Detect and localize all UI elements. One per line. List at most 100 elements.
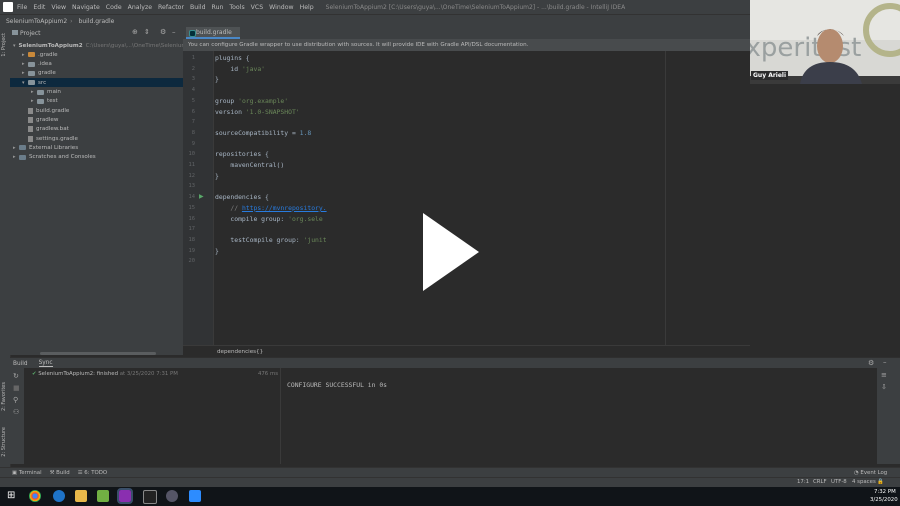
hide-icon[interactable]: – — [172, 28, 176, 36]
structure-tool-tab[interactable]: 2: Structure — [1, 427, 7, 457]
code-token: https://mvnrepository. — [241, 203, 327, 212]
menu-item-view[interactable]: View — [51, 4, 66, 11]
gear-icon[interactable]: ⚙ — [160, 28, 166, 36]
tree-item[interactable]: ▸ .idea — [10, 60, 183, 69]
event-log-button[interactable]: ◔ Event Log — [854, 470, 887, 476]
project-horizontal-scrollbar[interactable] — [40, 352, 156, 355]
menu-item-tools[interactable]: Tools — [229, 4, 244, 11]
menu-item-build[interactable]: Build — [190, 4, 206, 11]
code-editor[interactable]: plugins { id 'java'} group 'org.example' v… — [214, 51, 750, 345]
tree-item[interactable]: ▸ .gradle — [10, 50, 183, 59]
project-panel-header: Project ⊕ ⇕ ⚙ – — [10, 27, 183, 39]
build-tree-item[interactable]: ✔ SeleniumToAppium2: finished at 3/25/20… — [32, 371, 178, 377]
tree-item[interactable]: ▸ Scratches and Consoles — [10, 153, 183, 162]
tree-item[interactable]: gradlew.bat — [10, 125, 183, 134]
line-number: 9 — [191, 140, 195, 147]
menu-item-analyze[interactable]: Analyze — [128, 4, 152, 11]
line-number: 2 — [191, 65, 195, 72]
taskbar-date[interactable]: 3/25/2020 — [870, 497, 898, 503]
tree-item-label: gradlew — [36, 116, 59, 123]
editor-gutter: ▶ 1 2 3 4 5 6 7 8 9 10 11 12 13 14 15 16 17 18 19 20 — [183, 51, 214, 345]
menu-item-refactor[interactable]: Refactor — [158, 4, 184, 11]
file-encoding[interactable]: UTF-8 — [831, 479, 847, 485]
build-button[interactable]: ⚒ Build — [50, 470, 70, 476]
lock-icon[interactable]: 🔒 — [877, 479, 884, 485]
nav-file[interactable]: build.gradle — [79, 18, 115, 25]
line-separator[interactable]: CRLF — [813, 479, 827, 485]
menu-item-file[interactable]: File — [17, 4, 27, 11]
tree-item-label: src — [38, 79, 47, 86]
folder-icon — [19, 154, 26, 160]
line-number: 11 — [188, 162, 196, 168]
tree-item[interactable]: build.gradle — [10, 106, 183, 115]
file-icon — [28, 116, 33, 123]
pin-icon[interactable]: ⚲ — [13, 396, 18, 404]
build-duration: 476 ms — [257, 371, 278, 377]
terminal-icon[interactable] — [143, 490, 157, 504]
gradle-wrapper-notification[interactable]: You can configure Gradle wrapper to use … — [183, 39, 750, 51]
tree-item[interactable]: ▾ SeleniumToAppium2 C:\Users\guya\...\OneT… — [10, 41, 195, 50]
line-number: 13 — [188, 183, 196, 190]
tree-item[interactable]: ▾ src — [10, 78, 183, 88]
file-icon — [28, 107, 33, 114]
todo-button[interactable]: ☰ 6: TODO — [78, 470, 107, 476]
app-icon[interactable] — [97, 490, 109, 502]
line-number: 5 — [191, 97, 195, 104]
filter-icon[interactable]: ⚇ — [13, 408, 19, 416]
hide-icon[interactable]: – — [883, 358, 887, 366]
menu-item-run[interactable]: Run — [212, 4, 224, 11]
intellij-icon[interactable] — [117, 488, 133, 504]
caret-position[interactable]: 17:1 — [797, 479, 809, 485]
tab-build[interactable]: Build — [13, 361, 28, 367]
project-tool-tab[interactable]: 1: Project — [1, 33, 7, 57]
file-explorer-icon[interactable] — [75, 490, 87, 502]
code-line: } — [215, 75, 219, 83]
breadcrumb-item[interactable]: dependencies{} — [217, 349, 263, 355]
taskbar-time[interactable]: 7:32 PM — [874, 489, 896, 495]
gear-icon[interactable]: ⚙ — [868, 359, 874, 367]
tree-item[interactable]: ▸ test — [10, 97, 183, 106]
menu-item-navigate[interactable]: Navigate — [72, 4, 100, 11]
collapse-icon[interactable]: ⇕ — [144, 28, 150, 36]
tree-item[interactable]: settings.gradle — [10, 134, 183, 143]
locate-icon[interactable]: ⊕ — [132, 28, 138, 36]
soft-wrap-icon[interactable]: ≡ — [881, 371, 887, 379]
menu-item-edit[interactable]: Edit — [33, 4, 45, 11]
expand-arrow-icon[interactable]: ▾ — [13, 43, 16, 49]
tree-item[interactable]: ▸ main — [10, 88, 183, 97]
indent-setting[interactable]: 4 spaces — [852, 479, 876, 485]
code-token: compile group: — [215, 214, 289, 223]
menu-item-window[interactable]: Window — [269, 4, 293, 11]
tree-item[interactable]: ▸ External Libraries — [10, 143, 183, 152]
settings-app-icon[interactable] — [166, 490, 178, 502]
build-output[interactable]: CONFIGURE SUCCESSFUL in 0s — [281, 368, 877, 464]
project-panel-title[interactable]: Project — [20, 30, 41, 37]
tree-item[interactable]: gradlew — [10, 115, 183, 124]
favorites-tool-tab[interactable]: 2: Favorites — [1, 382, 7, 411]
maps-icon[interactable] — [53, 490, 65, 502]
terminal-button[interactable]: ▣ Terminal — [12, 470, 42, 476]
code-token: sourceCompatibility = — [215, 128, 300, 137]
chrome-icon[interactable] — [29, 490, 41, 502]
menu-item-help[interactable]: Help — [300, 4, 314, 11]
code-token: testCompile group: — [215, 235, 304, 244]
tree-item-label: External Libraries — [29, 144, 79, 151]
code-token: repositories { — [215, 150, 269, 159]
tab-build-gradle[interactable]: build.gradle — [186, 27, 240, 39]
stop-icon[interactable]: ■ — [13, 384, 20, 392]
menu-item-code[interactable]: Code — [106, 4, 122, 11]
menu-item-vcs[interactable]: VCS — [251, 4, 263, 11]
code-line: } — [215, 247, 219, 255]
refresh-icon[interactable]: ↻ — [13, 372, 19, 380]
terminal-label: Terminal — [18, 470, 42, 476]
tree-item[interactable]: ▸ gradle — [10, 69, 183, 78]
run-gutter-icon[interactable]: ▶ — [199, 193, 204, 200]
scroll-to-end-icon[interactable]: ⇩ — [881, 383, 887, 391]
line-number: 12 — [188, 172, 196, 179]
nav-project[interactable]: SeleniumToAppium2 — [6, 18, 67, 25]
zoom-icon[interactable] — [189, 490, 201, 502]
play-video-icon[interactable] — [423, 213, 479, 291]
tab-sync[interactable]: Sync — [38, 360, 53, 367]
check-icon: ✔ — [32, 371, 37, 377]
windows-start-icon[interactable]: ⊞ — [7, 491, 15, 501]
